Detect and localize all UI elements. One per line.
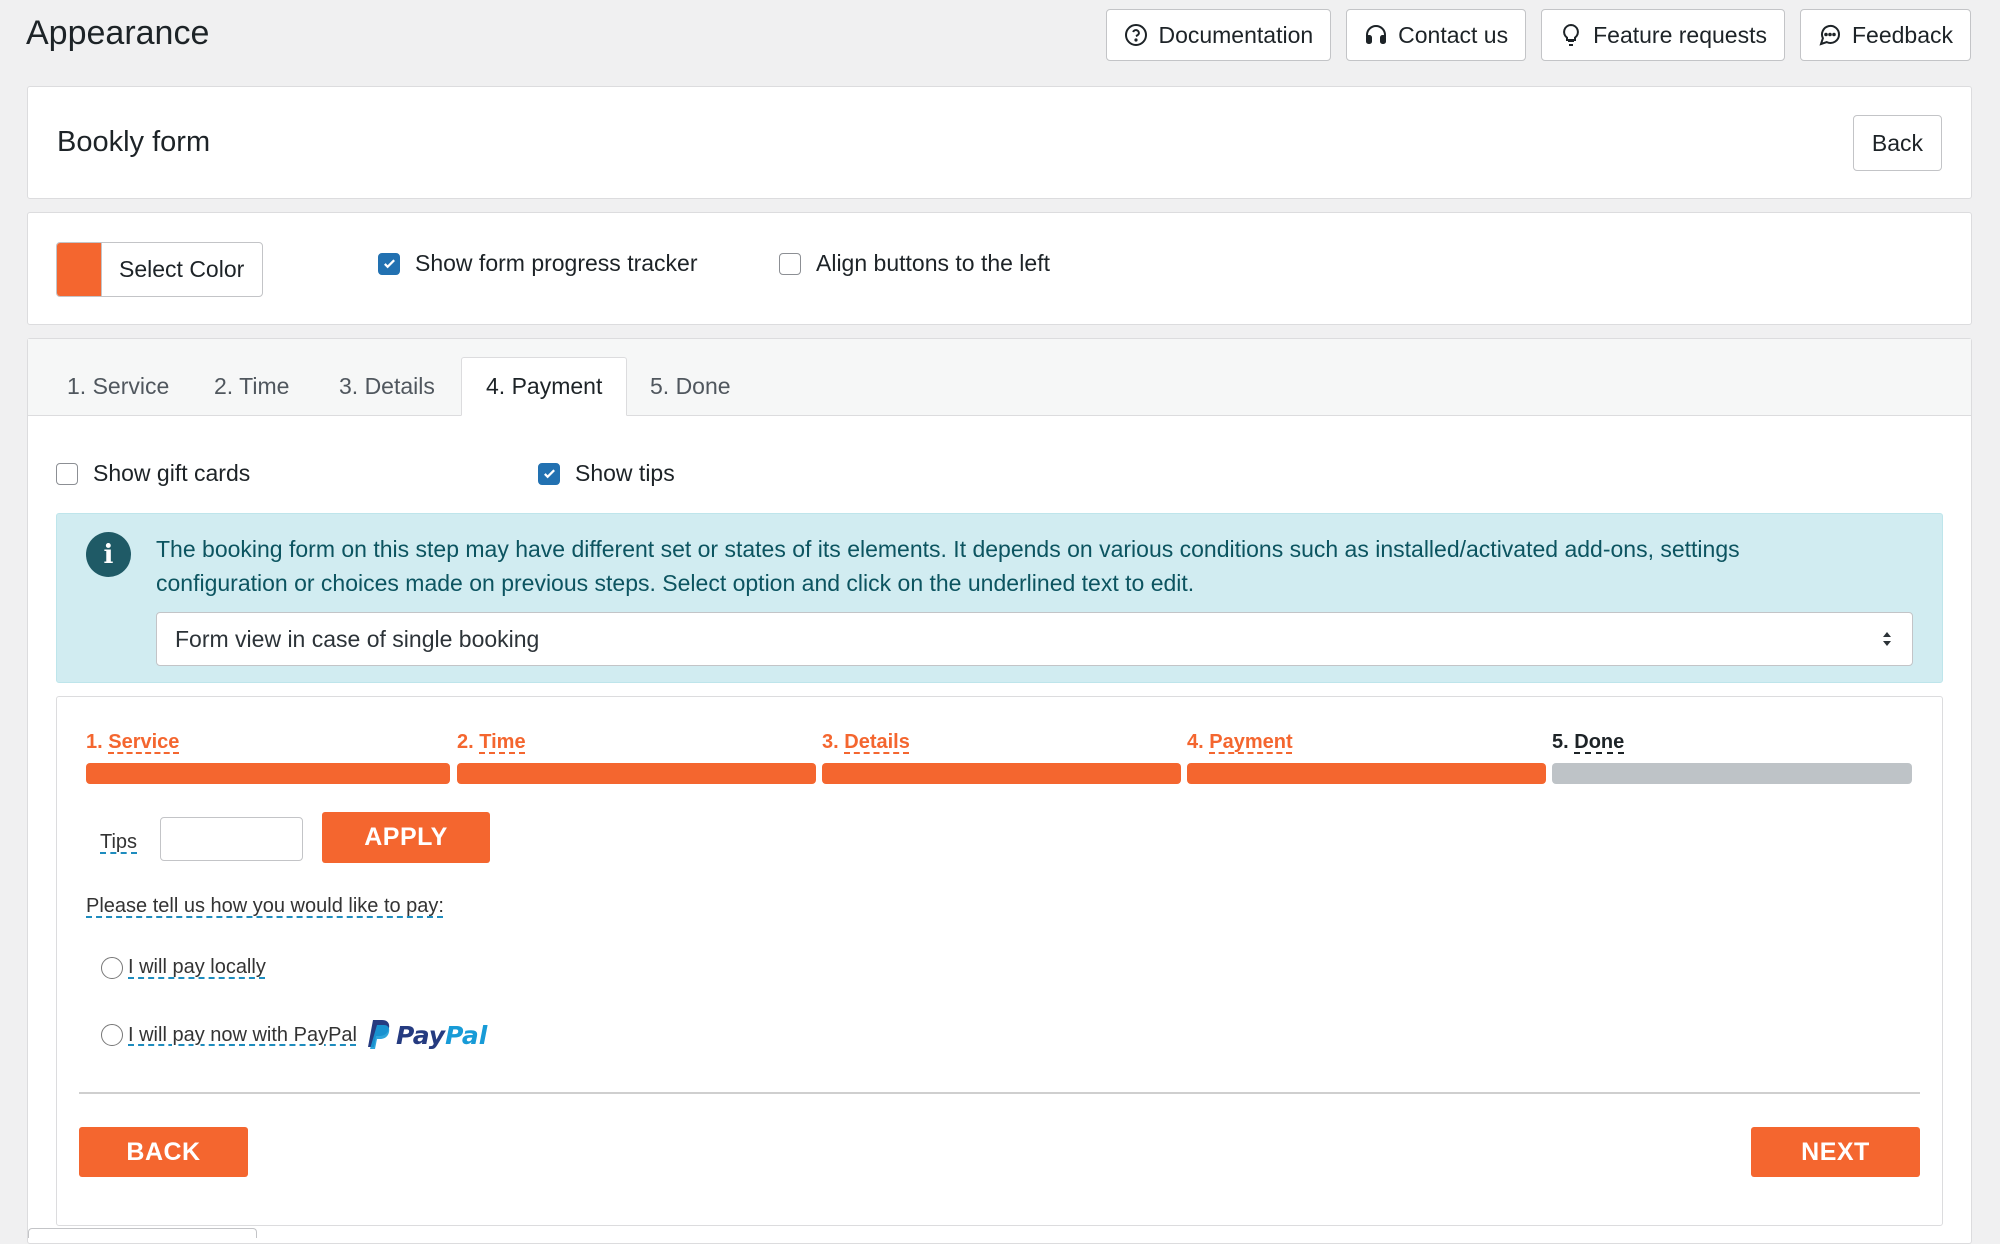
progress-step-name[interactable]: Payment	[1209, 731, 1292, 753]
progress-tracker-label: Show form progress tracker	[415, 250, 698, 276]
pay-locally-radio[interactable]	[101, 956, 123, 979]
progress-bar-segment	[86, 763, 450, 784]
progress-tracker-checkbox[interactable]	[378, 252, 400, 275]
progress-step-number: 3.	[822, 731, 839, 753]
apply-button[interactable]: APPLY	[322, 812, 490, 863]
headset-icon	[1366, 25, 1387, 44]
progress-step-payment[interactable]: 4. Payment	[1187, 731, 1293, 754]
info-alert: i The booking form on this step may have…	[56, 513, 1943, 683]
back-button[interactable]: Back	[1852, 115, 1942, 171]
tab-service[interactable]: 1. Service	[43, 357, 193, 416]
progress-bar-segment	[822, 763, 1181, 784]
lightbulb-icon	[1563, 23, 1580, 46]
form-view-select-value: Form view in case of single booking	[175, 625, 540, 652]
preview-divider	[79, 1092, 1920, 1094]
options-card: Select Color Show form progress tracker …	[27, 212, 1972, 325]
steps-card: 1. Service 2. Time 3. Details 4. Payment…	[27, 338, 1972, 1244]
progress-step-number: 2.	[457, 731, 474, 753]
next-step-button[interactable]: NEXT	[1751, 1127, 1920, 1177]
progress-step-number: 4.	[1187, 731, 1204, 753]
payment-prompt[interactable]: Please tell us how you would like to pay…	[86, 895, 444, 918]
info-icon: i	[86, 532, 131, 577]
tab-time[interactable]: 2. Time	[190, 357, 313, 416]
top-toolbar: Documentation Contact us Feature request…	[1106, 9, 1971, 61]
pay-locally-label[interactable]: I will pay locally	[128, 956, 266, 979]
progress-step-name[interactable]: Service	[108, 731, 179, 753]
contact-label: Contact us	[1398, 21, 1509, 48]
color-picker-button[interactable]: Select Color	[56, 242, 263, 297]
progress-step-done[interactable]: 5. Done	[1552, 731, 1624, 754]
progress-tracker-option[interactable]: Show form progress tracker	[378, 250, 697, 277]
chat-bubble-icon	[1819, 24, 1840, 46]
question-circle-icon	[1125, 24, 1148, 46]
paypal-wordmark-pay: Pay	[395, 1020, 446, 1050]
pay-paypal-radio[interactable]	[101, 1024, 123, 1046]
paypal-wordmark: PayPal	[396, 1021, 487, 1050]
documentation-label: Documentation	[1158, 21, 1314, 48]
progress-step-name[interactable]: Time	[479, 731, 525, 753]
tab-done[interactable]: 5. Done	[626, 357, 755, 416]
progress-step-time[interactable]: 2. Time	[457, 731, 526, 754]
tips-input[interactable]	[160, 817, 303, 861]
gift-cards-label: Show gift cards	[93, 460, 251, 486]
progress-step-number: 5.	[1552, 731, 1569, 753]
bottom-element-edge	[28, 1228, 257, 1238]
documentation-button[interactable]: Documentation	[1106, 9, 1332, 61]
progress-step-name[interactable]: Done	[1574, 731, 1624, 753]
gift-cards-checkbox[interactable]	[56, 462, 78, 485]
color-picker-label: Select Color	[101, 243, 262, 296]
show-tips-checkbox[interactable]	[538, 462, 560, 485]
form-title: Bookly form	[57, 126, 211, 158]
show-tips-option[interactable]: Show tips	[538, 460, 675, 487]
pay-paypal-label[interactable]: I will pay now with PayPal	[128, 1024, 357, 1047]
form-title-card: Bookly form Back	[27, 86, 1972, 199]
progress-bar-segment	[457, 763, 816, 784]
tab-payment[interactable]: 4. Payment	[461, 357, 628, 416]
feature-requests-label: Feature requests	[1593, 21, 1767, 48]
tab-bar: 1. Service 2. Time 3. Details 4. Payment…	[28, 339, 1971, 416]
info-text: The booking form on this step may have d…	[156, 536, 1740, 596]
color-swatch	[57, 243, 101, 296]
progress-step-details[interactable]: 3. Details	[822, 731, 910, 754]
align-left-option[interactable]: Align buttons to the left	[779, 250, 1050, 277]
pay-paypal-option[interactable]: I will pay now with PayPal PayPal	[101, 1019, 487, 1051]
show-tips-label: Show tips	[575, 460, 675, 486]
gift-cards-option[interactable]: Show gift cards	[56, 460, 250, 487]
form-view-select[interactable]: Form view in case of single booking	[156, 612, 1913, 666]
tab-details[interactable]: 3. Details	[315, 357, 459, 416]
feedback-button[interactable]: Feedback	[1799, 9, 1971, 61]
page-title: Appearance	[26, 14, 210, 52]
paypal-logo: PayPal	[366, 1019, 487, 1051]
tips-label[interactable]: Tips	[100, 831, 137, 854]
align-left-checkbox[interactable]	[779, 252, 801, 275]
contact-button[interactable]: Contact us	[1346, 9, 1527, 61]
checkmark-icon	[543, 469, 555, 479]
progress-step-name[interactable]: Details	[844, 731, 910, 753]
paypal-p-icon	[367, 1020, 390, 1049]
progress-bar-segment	[1187, 763, 1546, 784]
checkmark-icon	[383, 259, 395, 269]
paypal-wordmark-pal: Pal	[445, 1020, 488, 1050]
back-step-button[interactable]: BACK	[79, 1127, 248, 1177]
align-left-label: Align buttons to the left	[816, 250, 1050, 276]
feedback-label: Feedback	[1851, 21, 1953, 48]
progress-step-number: 1.	[86, 731, 103, 753]
progress-step-service[interactable]: 1. Service	[86, 731, 179, 754]
progress-bar-segment	[1552, 763, 1912, 784]
booking-form-preview: 1. Service 2. Time 3. Details 4. Payment…	[56, 696, 1943, 1226]
feature-requests-button[interactable]: Feature requests	[1541, 9, 1785, 61]
pay-locally-option[interactable]: I will pay locally	[101, 956, 266, 979]
select-arrows-icon	[1883, 632, 1891, 646]
